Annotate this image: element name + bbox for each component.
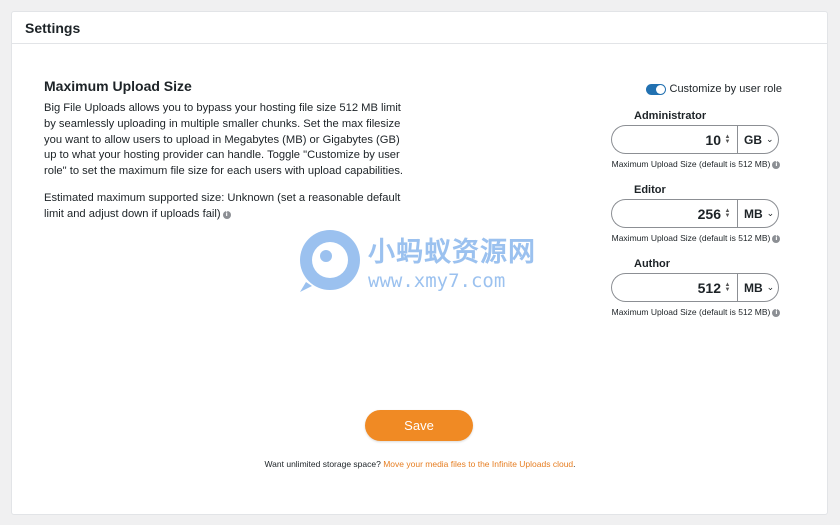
role-label-administrator: Administrator xyxy=(634,110,707,122)
spinner-arrows-icon[interactable]: ▲ ▼ xyxy=(724,208,731,219)
panel-header: Settings xyxy=(12,12,827,44)
section-description: Big File Uploads allows you to bypass yo… xyxy=(44,102,404,178)
administrator-unit-value: GB xyxy=(744,132,762,147)
info-icon[interactable]: i xyxy=(222,210,231,219)
editor-hint: Maximum Upload Size (default is 512 MB) i xyxy=(610,230,782,246)
role-administrator: Administrator 10 ▲ ▼ GB ⌄ Maximum Upload Si… xyxy=(610,110,782,172)
estimate-text: Estimated maximum supported size: Unknow… xyxy=(44,191,414,223)
administrator-hint-text: Maximum Upload Size (default is 512 MB) xyxy=(611,159,771,169)
author-hint-text: Maximum Upload Size (default is 512 MB) xyxy=(611,307,771,317)
role-label-editor: Editor xyxy=(634,184,666,196)
customize-by-role-toggle[interactable] xyxy=(645,83,666,95)
author-size-input[interactable]: 512 ▲ ▼ xyxy=(611,273,737,302)
toggle-label: Customize by user role xyxy=(669,83,783,95)
editor-unit-select[interactable]: MB ⌄ xyxy=(737,199,779,228)
editor-size-value: 256 xyxy=(697,205,721,222)
footer-suffix: . xyxy=(573,459,576,469)
author-unit-value: MB xyxy=(744,280,763,295)
administrator-size-input[interactable]: 10 ▲ ▼ xyxy=(611,125,737,154)
editor-hint-text: Maximum Upload Size (default is 512 MB) xyxy=(611,233,771,243)
infinite-uploads-link[interactable]: Move your media files to the Infinite Up… xyxy=(383,459,573,469)
role-editor: Editor 256 ▲ ▼ MB ⌄ Maximum Upload Size (de… xyxy=(610,184,782,246)
administrator-size-group: 10 ▲ ▼ GB ⌄ xyxy=(611,125,779,154)
role-author: Author 512 ▲ ▼ MB ⌄ Maximum Upload Size (de… xyxy=(610,258,782,320)
customize-by-role-toggle-row[interactable]: Customize by user role xyxy=(610,82,782,96)
administrator-hint: Maximum Upload Size (default is 512 MB) i xyxy=(610,156,782,172)
editor-unit-value: MB xyxy=(744,206,763,221)
editor-size-input[interactable]: 256 ▲ ▼ xyxy=(611,199,737,228)
section-title: Maximum Upload Size xyxy=(44,78,192,94)
info-icon[interactable]: i xyxy=(772,235,781,243)
save-button[interactable]: Save xyxy=(365,410,473,441)
editor-size-group: 256 ▲ ▼ MB ⌄ xyxy=(611,199,779,228)
chevron-down-icon: ⌄ xyxy=(766,208,775,218)
role-label-author: Author xyxy=(634,258,671,270)
info-icon[interactable]: i xyxy=(772,309,781,317)
page-title: Settings xyxy=(25,20,81,36)
author-size-group: 512 ▲ ▼ MB ⌄ xyxy=(611,273,779,302)
author-hint: Maximum Upload Size (default is 512 MB) i xyxy=(610,304,782,320)
chevron-down-icon: ⌄ xyxy=(766,282,775,292)
toggle-knob xyxy=(655,84,665,94)
administrator-size-value: 10 xyxy=(705,131,721,148)
footer-text: Want unlimited storage space? xyxy=(264,459,381,469)
spinner-arrows-icon[interactable]: ▲ ▼ xyxy=(724,134,731,145)
author-unit-select[interactable]: MB ⌄ xyxy=(737,273,779,302)
role-settings: Customize by user role Administrator 10 ▲… xyxy=(610,82,782,332)
footer-note: Want unlimited storage space? Move your … xyxy=(0,459,840,469)
info-icon[interactable]: i xyxy=(772,161,781,169)
chevron-down-icon: ⌄ xyxy=(766,134,774,144)
author-size-value: 512 xyxy=(697,279,721,296)
upload-size-section: Maximum Upload Size Big File Uploads all… xyxy=(44,78,414,223)
spinner-arrows-icon[interactable]: ▲ ▼ xyxy=(724,282,731,293)
administrator-unit-select[interactable]: GB ⌄ xyxy=(737,125,779,154)
